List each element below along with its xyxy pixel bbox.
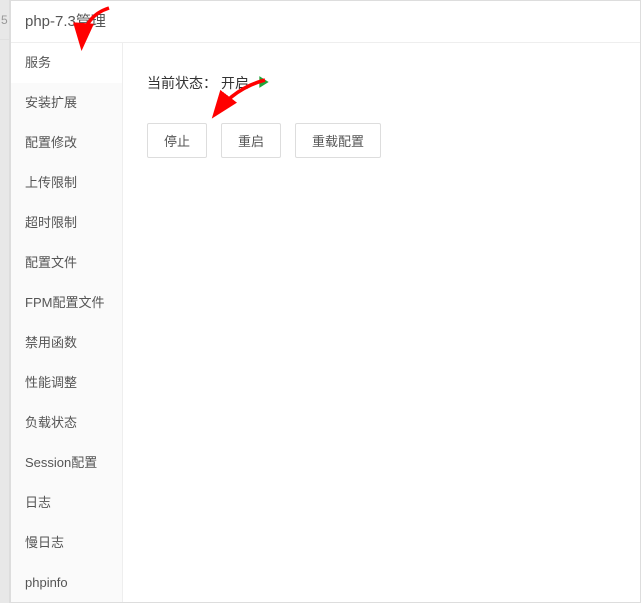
sidebar-item-fpm-config[interactable]: FPM配置文件 [11, 283, 122, 323]
sidebar-item-label: FPM配置文件 [25, 295, 104, 310]
sidebar-item-disable-func[interactable]: 禁用函数 [11, 323, 122, 363]
sidebar-item-timeout-limit[interactable]: 超时限制 [11, 203, 122, 243]
modal: php-7.3管理 服务安装扩展配置修改上传限制超时限制配置文件 FPM配置文件禁… [10, 0, 641, 603]
sidebar-item-label: 慢日志 [25, 535, 64, 550]
button-row: 停止 重启 重载配置 [147, 123, 616, 158]
sidebar-item-label: 配置修改 [25, 135, 77, 150]
status-line: 当前状态： 开启 [147, 73, 616, 93]
sidebar-item-label: 超时限制 [25, 215, 77, 230]
sidebar-item-label: phpinfo [25, 575, 68, 590]
sidebar-item-config-file[interactable]: 配置文件 [11, 243, 122, 283]
sidebar-item-label: 配置文件 [25, 255, 77, 270]
sidebar-item-label: 安装扩展 [25, 95, 77, 110]
sidebar-item-install-ext[interactable]: 安装扩展 [11, 83, 122, 123]
bg-edge: 5 [0, 0, 10, 603]
status-value: 开启 [221, 73, 249, 93]
reload-config-button[interactable]: 重载配置 [295, 123, 381, 158]
sidebar-item-log[interactable]: 日志 [11, 483, 122, 523]
sidebar-item-config-edit[interactable]: 配置修改 [11, 123, 122, 163]
modal-body: 服务安装扩展配置修改上传限制超时限制配置文件 FPM配置文件禁用函数性能调整负载状… [11, 43, 640, 602]
sidebar-item-label: 性能调整 [25, 375, 77, 390]
sidebar-item-service[interactable]: 服务 [11, 43, 122, 83]
modal-title: php-7.3管理 [25, 13, 106, 30]
restart-button[interactable]: 重启 [221, 123, 281, 158]
sidebar: 服务安装扩展配置修改上传限制超时限制配置文件 FPM配置文件禁用函数性能调整负载状… [11, 43, 123, 602]
play-icon [257, 75, 271, 92]
stop-button[interactable]: 停止 [147, 123, 207, 158]
sidebar-item-performance[interactable]: 性能调整 [11, 363, 122, 403]
sidebar-item-upload-limit[interactable]: 上传限制 [11, 163, 122, 203]
sidebar-item-load-status[interactable]: 负载状态 [11, 403, 122, 443]
sidebar-item-label: 日志 [25, 495, 51, 510]
edge-label: 5 [0, 0, 9, 40]
sidebar-item-slow-log[interactable]: 慢日志 [11, 523, 122, 563]
status-label: 当前状态： [147, 73, 217, 93]
sidebar-item-session-config[interactable]: Session配置 [11, 443, 122, 483]
sidebar-item-label: 禁用函数 [25, 335, 77, 350]
sidebar-item-label: 上传限制 [25, 175, 77, 190]
sidebar-item-label: 服务 [25, 55, 51, 70]
content-pane: 当前状态： 开启 停止 重启 重载配置 [123, 43, 640, 602]
modal-header: php-7.3管理 [11, 1, 640, 43]
sidebar-item-phpinfo[interactable]: phpinfo [11, 563, 122, 602]
sidebar-item-label: Session配置 [25, 455, 97, 470]
sidebar-item-label: 负载状态 [25, 415, 77, 430]
